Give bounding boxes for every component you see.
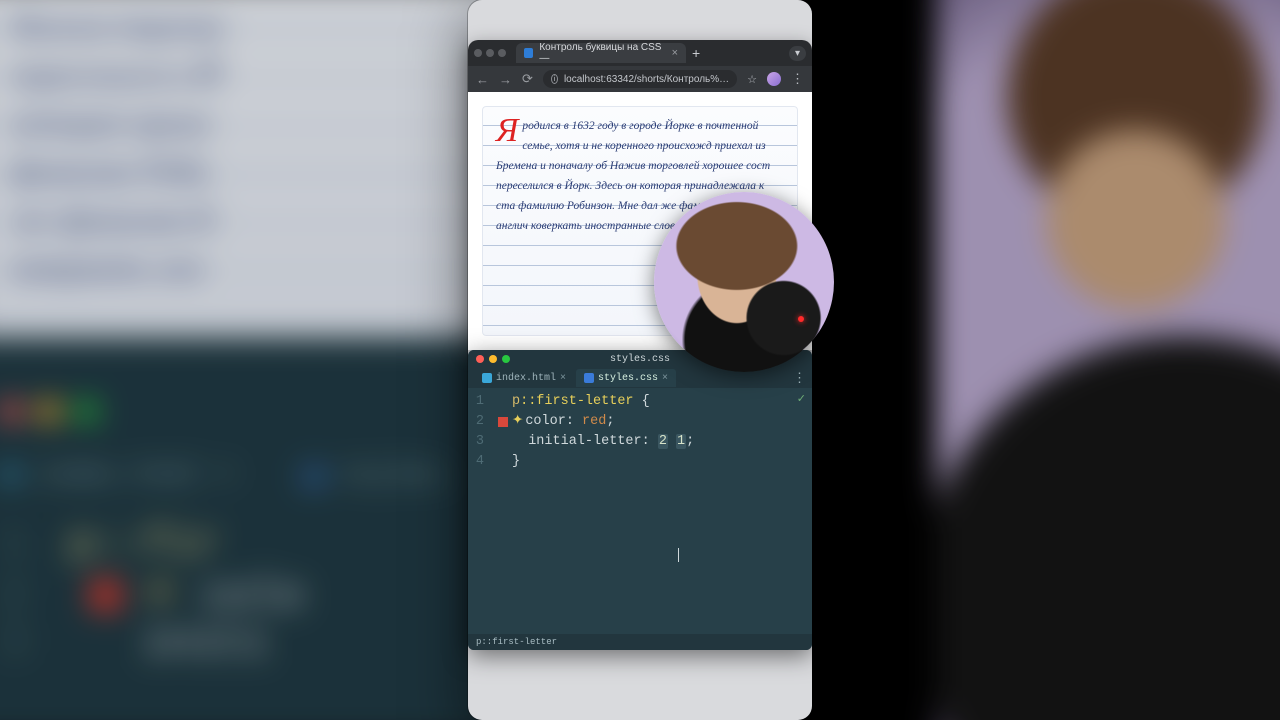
forward-button[interactable]: →: [499, 72, 512, 87]
tabs-overflow-button[interactable]: ▾: [789, 46, 806, 61]
code-line: 3 initial-letter: 2 1;: [468, 432, 812, 452]
code-line: 4 }: [468, 452, 812, 472]
code-line: 1 p::first-letter {: [468, 392, 812, 412]
close-tab-icon[interactable]: ×: [672, 47, 678, 59]
editor-tabs: index.html × styles.css × ⋮: [468, 368, 812, 388]
close-icon[interactable]: ×: [662, 373, 668, 384]
color-swatch-icon[interactable]: [498, 417, 508, 427]
code-editor-window: styles.css index.html × styles.css × ⋮ ✓…: [468, 350, 812, 650]
window-controls[interactable]: [474, 44, 510, 62]
bookmark-icon[interactable]: ☆: [747, 73, 757, 86]
css-file-icon: [584, 373, 594, 383]
editor-breadcrumb[interactable]: p::first-letter: [468, 634, 812, 650]
site-info-icon[interactable]: i: [551, 74, 558, 84]
html-file-icon: [482, 373, 492, 383]
profile-avatar-icon[interactable]: [767, 72, 781, 86]
editor-overflow-icon[interactable]: ⋮: [793, 371, 806, 386]
tab-title: Контроль буквицы на CSS —: [539, 42, 665, 64]
favicon-icon: [524, 48, 533, 58]
back-button[interactable]: ←: [476, 72, 489, 87]
video-column: Контроль буквицы на CSS — × + ▾ ← → ⟳ i …: [468, 0, 812, 720]
close-icon[interactable]: ×: [560, 373, 566, 384]
file-tab-styles[interactable]: styles.css ×: [576, 369, 676, 387]
reload-button[interactable]: ⟳: [522, 71, 533, 87]
browser-menu-icon[interactable]: ⋮: [791, 71, 804, 87]
intention-bulb-icon[interactable]: ✦: [512, 414, 523, 429]
drop-cap: Я: [496, 116, 522, 146]
webcam-overlay: [654, 192, 834, 372]
browser-tab[interactable]: Контроль буквицы на CSS — ×: [516, 43, 686, 63]
code-area[interactable]: 1 p::first-letter { 2 ✦color: red; 3 ini…: [468, 388, 812, 472]
browser-tabstrip: Контроль буквицы на CSS — × + ▾: [468, 40, 812, 66]
browser-toolbar: ← → ⟳ i localhost:63342/shorts/Контроль%…: [468, 66, 812, 92]
text-caret: [678, 548, 679, 562]
bg-webcam-face: [936, 0, 1280, 720]
analysis-ok-icon: ✓: [797, 392, 806, 406]
code-line: 2 ✦color: red;: [468, 412, 812, 432]
address-bar[interactable]: i localhost:63342/shorts/Контроль%…: [543, 70, 737, 88]
file-tab-index[interactable]: index.html ×: [474, 369, 574, 387]
url-text: localhost:63342/shorts/Контроль%…: [564, 74, 729, 85]
new-tab-button[interactable]: +: [692, 46, 700, 60]
